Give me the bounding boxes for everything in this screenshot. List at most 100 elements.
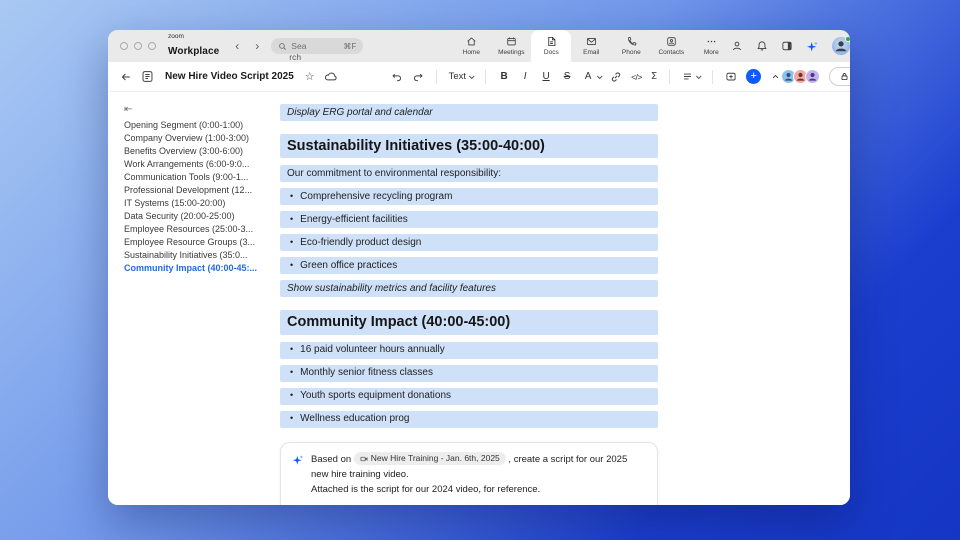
logo-zoom-text: zoom [168,33,184,41]
collaborator-avatar [805,69,821,84]
meeting-reference-chip[interactable]: New Hire Training - Jan. 6th, 2025 [353,452,506,466]
doc-bullet[interactable]: Youth sports equipment donations [280,387,658,405]
search-input[interactable]: Sea ⌘F [271,38,364,54]
italic-button[interactable]: I [519,71,531,82]
toc-item-opening-segment[interactable]: Opening Segment (0:00-1:00) [124,119,280,132]
cloud-sync-icon[interactable] [324,70,337,83]
search-text-overflow: rch [289,52,302,62]
close-window-button[interactable] [120,42,128,50]
document-title: New Hire Video Script 2025 [165,71,294,82]
toc-item-employee-resources[interactable]: Employee Resources (25:00-3... [124,223,280,236]
doc-bullet[interactable]: Monthly senior fitness classes [280,364,658,382]
window-controls[interactable] [120,42,156,50]
ai-sparkle-icon [292,454,304,465]
document-body[interactable]: Display ERG portal and calendar Sustaina… [280,92,658,505]
chevron-down-icon [596,72,603,79]
toc-item-company-overview[interactable]: Company Overview (1:00-3:00) [124,132,280,145]
text-style-dropdown[interactable]: Text [449,71,475,82]
contact-center-icon[interactable] [731,40,743,52]
link-icon[interactable] [610,71,622,83]
code-block-button[interactable]: </> [631,72,642,82]
redo-icon[interactable] [412,71,424,83]
search-shortcut: ⌘F [343,41,357,51]
toc-item-employee-resource-groups[interactable]: Employee Resource Groups (3... [124,236,280,249]
maximize-window-button[interactable] [148,42,156,50]
tab-contacts[interactable]: Contacts [651,30,691,62]
notifications-bell-icon[interactable] [756,40,768,52]
ai-prompt-text: Based on New Hire Training - Jan. 6th, 2… [311,452,646,498]
doc-heading-sustainability[interactable]: Sustainability Initiatives (35:00-40:00) [280,134,658,159]
tab-more[interactable]: More [691,30,731,62]
doc-line[interactable]: Display ERG portal and calendar [280,104,658,121]
tab-docs[interactable]: Docs [531,30,572,62]
email-icon [586,37,596,46]
ai-companion-sparkle-icon[interactable] [806,40,819,53]
doc-line[interactable]: Show sustainability metrics and facility… [280,280,658,298]
doc-heading-community-impact[interactable]: Community Impact (40:00-45:00) [280,310,658,335]
search-text: Sea [291,41,307,51]
doc-bullet[interactable]: Energy-efficient facilities [280,211,658,229]
side-panel-toggle-icon[interactable] [781,40,793,52]
favorite-star-icon[interactable]: ☆ [305,71,315,82]
toc-item-data-security[interactable]: Data Security (20:00-25:00) [124,210,280,223]
tab-email[interactable]: Email [571,30,611,62]
collaborator-avatars[interactable] [781,69,821,84]
logo-workplace-text: Workplace [168,45,220,57]
list-format-dropdown[interactable] [682,71,702,82]
bold-button[interactable]: B [498,71,510,82]
nav-forward-button[interactable]: › [255,39,259,53]
app-topbar: zoom Workplace ‹ › Sea ⌘F rch Home Meeti… [108,30,850,62]
contacts-icon [667,37,676,46]
toc-item-it-systems[interactable]: IT Systems (15:00-20:00) [124,197,280,210]
tab-home[interactable]: Home [451,30,491,62]
doc-bullet[interactable]: Eco-friendly product design [280,234,658,252]
underline-button[interactable]: U [540,71,552,82]
doc-bullet[interactable]: Comprehensive recycling program [280,188,658,206]
toolbar-divider [435,69,437,84]
nav-back-button[interactable]: ‹ [235,39,239,53]
zoom-workplace-window: zoom Workplace ‹ › Sea ⌘F rch Home Meeti… [108,30,850,505]
toolbar-divider [712,69,714,84]
docs-icon [548,36,556,47]
toc-item-communication-tools[interactable]: Communication Tools (9:00-1... [124,171,280,184]
doc-line[interactable]: Our commitment to environmental responsi… [280,165,658,183]
ai-companion-card: Based on New Hire Training - Jan. 6th, 2… [280,441,658,505]
search-icon [279,42,287,50]
strikethrough-button[interactable]: S [561,71,573,82]
ai-prompt-line2: Attached is the script for our 2024 vide… [311,484,541,496]
doc-bullet[interactable]: 16 paid volunteer hours annually [280,341,658,359]
list-icon [684,73,692,80]
toc-item-professional-development[interactable]: Professional Development (12... [124,184,280,197]
collapse-toolbar-icon[interactable] [770,71,781,82]
toc-item-benefits-overview[interactable]: Benefits Overview (3:00-6:00) [124,145,280,158]
minimize-window-button[interactable] [134,42,142,50]
doc-badge-icon[interactable] [141,70,154,83]
back-icon[interactable] [120,71,132,83]
user-avatar[interactable] [832,36,850,55]
toolbar-divider [485,69,487,84]
formula-button[interactable]: Σ [651,71,657,82]
toc-item-community-impact[interactable]: Community Impact (40:00-45:... [124,262,280,275]
tab-phone[interactable]: Phone [611,30,651,62]
video-recording-icon [360,456,368,461]
zoom-workplace-logo: zoom Workplace [168,34,219,58]
toc-item-work-arrangements[interactable]: Work Arrangements (6:00-9:0... [124,158,280,171]
chevron-down-icon [468,72,475,79]
doc-bullet[interactable]: Wellness education prog [280,410,658,428]
undo-icon[interactable] [391,71,403,83]
doc-bullet[interactable]: Green office practices [280,257,658,275]
toolbar-divider [669,69,671,84]
meetings-icon [507,37,516,46]
comment-add-icon[interactable] [725,71,737,83]
share-button[interactable]: Share [829,67,850,86]
text-color-dropdown[interactable]: A [582,71,603,82]
more-icon [707,40,716,43]
document-toolbar: New Hire Video Script 2025 ☆ Text B I U … [108,62,850,92]
toc-item-sustainability-initiatives[interactable]: Sustainability Initiatives (35:0... [124,249,280,262]
insert-plus-button[interactable]: + [746,69,762,84]
tab-meetings[interactable]: Meetings [491,30,531,62]
online-status-dot [845,36,850,42]
collapse-toc-icon[interactable]: ⇤ [124,104,280,115]
home-icon [467,37,476,46]
phone-icon [627,36,637,46]
